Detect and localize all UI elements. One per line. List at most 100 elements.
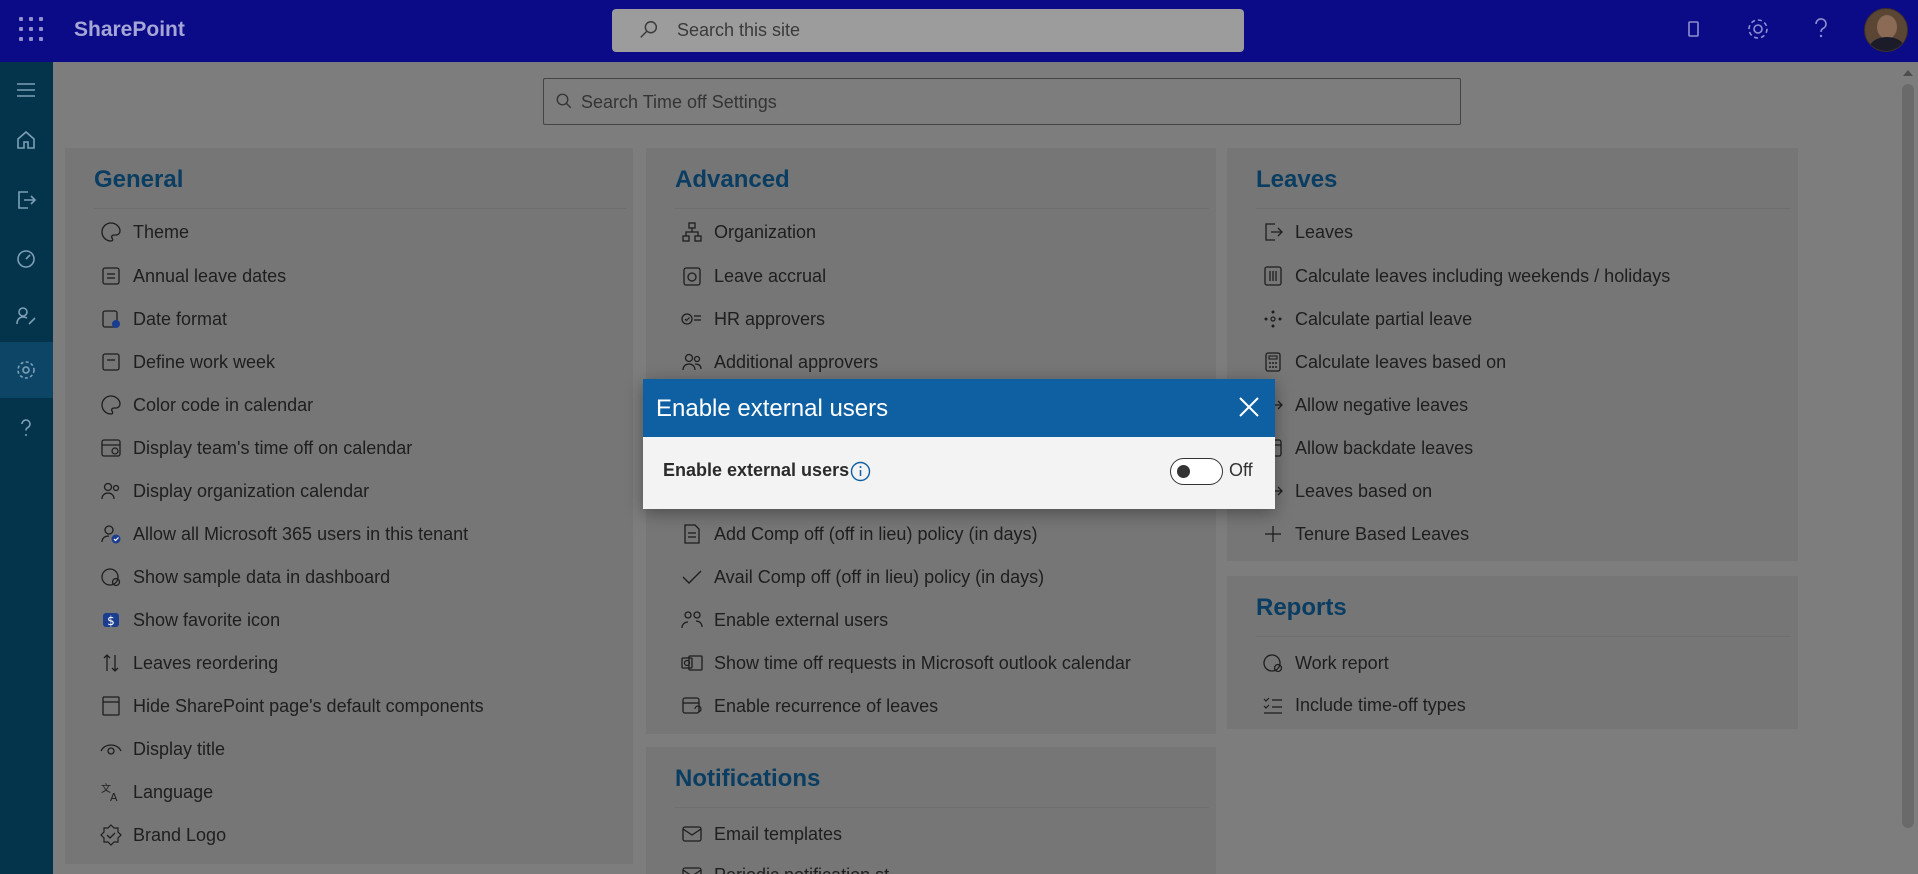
leaves-item-including-weekends[interactable]: Calculate leaves including weekends / ho… [1261,261,1670,291]
general-item-label: Language [133,781,214,802]
chart-gear-icon [1261,651,1285,675]
leaves-item-backdate-leaves[interactable]: Allow backdate leaves [1261,433,1473,463]
notifications-item-email-templates[interactable]: Email templates [680,819,842,849]
advanced-item-avail-comp-off[interactable]: Avail Comp off (off in lieu) policy (in … [680,562,1044,592]
org-chart-icon [680,220,704,244]
settings-icon[interactable] [0,342,53,398]
reports-title: Reports [1256,594,1347,621]
dialog-header: Enable external users [643,379,1275,437]
leaves-item-label: Tenure Based Leaves [1295,523,1470,544]
general-item-sample-data[interactable]: Show sample data in dashboard [99,562,390,592]
site-search-input[interactable]: Search this site [612,9,1244,52]
people-settings-icon[interactable] [0,288,53,344]
general-item-language[interactable]: 文 A Language [99,777,213,807]
general-item-display-team-time-off[interactable]: Display team's time off on calendar [99,433,412,463]
checkmark-icon [680,565,704,589]
help-rail-icon[interactable] [0,400,53,456]
advanced-item-organization[interactable]: Organization [680,217,816,247]
notifications-item-label: Email templates [714,823,843,844]
enable-external-users-dialog: Enable external users Enable external us… [643,379,1275,509]
calendar-clock-icon [99,307,123,331]
settings-search-placeholder: Search Time off Settings [581,92,777,112]
advanced-item-hr-approvers[interactable]: HR approvers [680,304,825,334]
home-icon[interactable] [0,112,53,168]
general-item-define-work-week[interactable]: Define work week [99,347,275,377]
advanced-item-enable-external-users[interactable]: Enable external users [680,605,888,635]
advanced-item-recurrence[interactable]: Enable recurrence of leaves [680,691,938,721]
vertical-scrollbar[interactable] [1898,62,1918,874]
user-avatar[interactable] [1864,8,1908,52]
leaves-item-negative-leaves[interactable]: Allow negative leaves [1261,390,1468,420]
calendar-columns-icon [1261,264,1285,288]
group-icon [680,350,704,374]
app-brand[interactable]: SharePoint [74,18,185,42]
settings-search-input[interactable]: Search Time off Settings [543,78,1461,125]
external-users-toggle[interactable] [1170,458,1223,485]
dialog-title: Enable external users [656,395,889,422]
advanced-item-label: Enable recurrence of leaves [714,695,939,716]
general-item-favorite-icon[interactable]: $ Show favorite icon [99,605,280,635]
general-item-label: Display team's time off on calendar [133,437,413,458]
toggle-knob [1177,465,1190,478]
leaves-title: Leaves [1256,166,1338,193]
advanced-item-label: Organization [714,221,817,242]
close-icon[interactable] [1235,393,1263,421]
gear-icon[interactable] [1743,14,1773,44]
general-item-date-format[interactable]: Date format [99,304,227,334]
advanced-item-add-comp-off[interactable]: Add Comp off (off in lieu) policy (in da… [680,519,1037,549]
advanced-item-label: Show time off requests in Microsoft outl… [714,652,1131,673]
leaves-item-label: Allow backdate leaves [1295,437,1474,458]
general-title: General [94,166,184,193]
general-item-brand-logo[interactable]: Brand Logo [99,820,226,850]
general-item-leaves-reordering[interactable]: Leaves reordering [99,648,278,678]
site-search-placeholder: Search this site [677,20,801,40]
mail-icon [680,863,704,874]
app-launcher-icon[interactable] [19,17,43,41]
left-navigation-rail [0,62,53,874]
advanced-item-outlook-calendar[interactable]: Show time off requests in Microsoft outl… [680,648,1131,678]
sort-arrows-icon [99,651,123,675]
general-item-label: Show sample data in dashboard [133,566,391,587]
search-icon [640,21,658,38]
general-item-hide-default-components[interactable]: Hide SharePoint page's default component… [99,691,484,721]
dashboard-icon[interactable] [0,230,53,286]
help-icon[interactable] [1806,14,1836,44]
document-icon [680,522,704,546]
leaves-item-label: Leaves [1295,221,1354,242]
leaves-item-leaves[interactable]: Leaves [1261,217,1353,247]
notifications-icon[interactable] [1678,14,1708,44]
leaves-item-label: Calculate partial leave [1295,308,1473,329]
plus-icon [1261,522,1285,546]
general-item-display-title[interactable]: Display title [99,734,225,764]
calendar-repeat-icon [680,694,704,718]
accrual-icon [680,264,704,288]
search-icon [556,93,572,109]
general-item-allow-m365-users[interactable]: Allow all Microsoft 365 users in this te… [99,519,468,549]
general-item-color-code[interactable]: Color code in calendar [99,390,313,420]
leaves-item-partial-leave[interactable]: Calculate partial leave [1261,304,1472,334]
leaves-item-tenure-based[interactable]: Tenure Based Leaves [1261,519,1469,549]
leave-request-icon[interactable] [0,172,53,228]
suite-bar: SharePoint Search this site [0,0,1918,62]
general-item-label: Annual leave dates [133,265,287,286]
advanced-item-label: HR approvers [714,308,826,329]
leaves-item-calculate-based-on[interactable]: Calculate leaves based on [1261,347,1506,377]
advanced-item-additional-approvers[interactable]: Additional approvers [680,347,878,377]
leaves-item-label: Calculate leaves including weekends / ho… [1295,265,1671,286]
info-icon[interactable] [850,461,871,482]
leaves-item-leaves-based-on[interactable]: Leaves based on [1261,476,1432,506]
general-item-theme[interactable]: Theme [99,217,189,247]
reports-item-work-report[interactable]: Work report [1261,648,1389,678]
calendar-grid-icon [99,436,123,460]
person-check-icon [99,522,123,546]
general-item-label: Color code in calendar [133,394,314,415]
eye-icon [99,737,123,761]
reports-item-include-types[interactable]: Include time-off types [1261,690,1466,720]
advanced-item-leave-accrual[interactable]: Leave accrual [680,261,826,291]
notifications-item-periodic[interactable]: Periodic notification st [680,860,889,874]
menu-icon[interactable] [0,62,53,118]
general-item-label: Theme [133,221,190,242]
general-item-display-org-calendar[interactable]: Display organization calendar [99,476,369,506]
general-item-annual-leave-dates[interactable]: Annual leave dates [99,261,286,291]
reports-item-label: Include time-off types [1295,694,1466,715]
